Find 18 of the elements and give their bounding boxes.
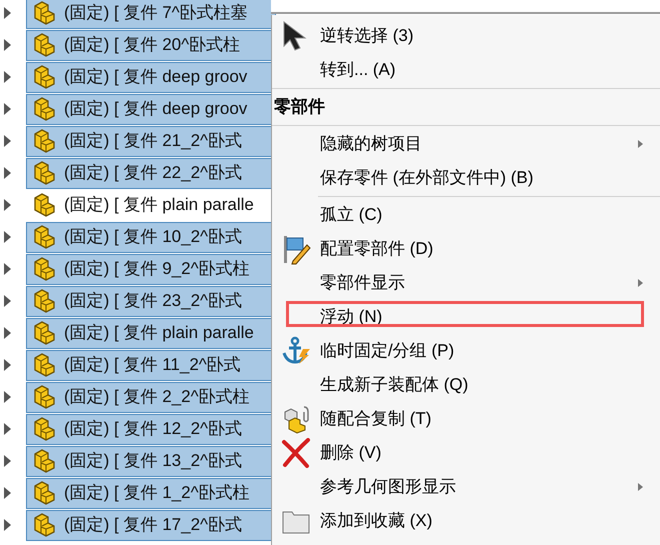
tree-item-label: (固定) [ 复件 plain paralle: [64, 322, 254, 344]
tree-item-label: (固定) [ 复件 23_2^卧式: [64, 290, 242, 312]
tree-item-label: (固定) [ 复件 7^卧式柱塞: [64, 2, 248, 24]
tree-item-label: (固定) [ 复件 11_2^卧式: [64, 354, 241, 376]
tree-item-label: (固定) [ 复件 10_2^卧式: [64, 226, 242, 248]
tree-item-label: (固定) [ 复件 13_2^卧式: [64, 450, 242, 472]
tree-item-label: (固定) [ 复件 12_2^卧式: [64, 418, 242, 440]
tree-item-label: (固定) [ 复件 22_2^卧式: [64, 162, 242, 184]
tree-item-label: (固定) [ 复件 21_2^卧式: [64, 130, 242, 152]
tree-item-label: (固定) [ 复件 20^卧式柱: [64, 34, 240, 56]
tree-item-label: (固定) [ 复件 17_2^卧式: [64, 514, 242, 536]
menu-section-header: 零部件: [274, 96, 325, 118]
tree-item-label: (固定) [ 复件 deep groov: [64, 98, 248, 120]
tree-item-label: (固定) [ 复件 2_2^卧式柱: [64, 386, 250, 408]
tree-item-label: (固定) [ 复件 deep groov: [64, 66, 248, 88]
tree-item-label: (固定) [ 复件 1_2^卧式柱: [64, 482, 250, 504]
tree-item-label: (固定) [ 复件 plain paralle: [64, 194, 254, 216]
tree-item-label: (固定) [ 复件 9_2^卧式柱: [64, 258, 250, 280]
